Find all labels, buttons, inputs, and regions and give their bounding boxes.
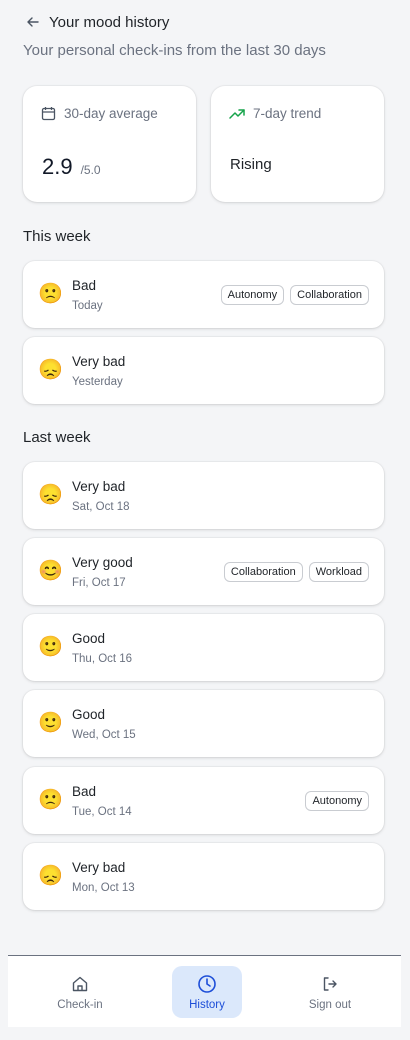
entry-date: Today bbox=[72, 300, 103, 312]
tag-chip: Workload bbox=[308, 562, 369, 582]
app: Your mood history Your personal check-in… bbox=[0, 0, 410, 1040]
mood-label: Good bbox=[72, 707, 106, 722]
trending-up-icon bbox=[229, 108, 245, 120]
tag-chip: Autonomy bbox=[220, 285, 285, 305]
entry-date: Thu, Oct 16 bbox=[72, 653, 133, 665]
smiling-face-icon: 😊 bbox=[38, 560, 63, 582]
trend-label: 7-day trend bbox=[253, 106, 322, 121]
mood-entry[interactable]: 🙁 Bad Today Autonomy Collaboration bbox=[23, 261, 384, 328]
mood-entry[interactable]: 😞 Very bad Mon, Oct 13 bbox=[23, 843, 384, 910]
nav-item-history[interactable]: History bbox=[172, 966, 242, 1018]
entry-date: Sat, Oct 18 bbox=[72, 501, 130, 513]
tag-list: Collaboration Workload bbox=[223, 562, 369, 582]
tag-chip: Collaboration bbox=[290, 285, 369, 305]
entry-date: Mon, Oct 13 bbox=[72, 882, 135, 894]
entry-date: Tue, Oct 14 bbox=[72, 806, 132, 818]
nav-item-sign-out[interactable]: Sign out bbox=[295, 966, 365, 1018]
bottom-nav: Check-in History Sign out bbox=[8, 955, 401, 1027]
nav-item-check-in[interactable]: Check-in bbox=[45, 966, 115, 1018]
trend-card: 7-day trend Rising bbox=[211, 86, 384, 202]
mood-label: Bad bbox=[72, 784, 97, 799]
section-title-this-week: This week bbox=[23, 228, 91, 245]
mood-label: Very bad bbox=[72, 354, 126, 369]
sad-face-icon: 🙁 bbox=[38, 283, 63, 305]
tag-list: Autonomy Collaboration bbox=[220, 285, 369, 305]
mood-label: Good bbox=[72, 631, 106, 646]
average-card: 30-day average 2.9 /5.0 bbox=[23, 86, 196, 202]
sign-out-icon bbox=[321, 973, 339, 995]
mood-label: Very good bbox=[72, 555, 133, 570]
mood-entry[interactable]: 😞 Very bad Sat, Oct 18 bbox=[23, 462, 384, 529]
clock-icon bbox=[197, 973, 217, 995]
mood-entry[interactable]: 🙂 Good Thu, Oct 16 bbox=[23, 614, 384, 681]
history-screen: Your mood history Your personal check-in… bbox=[8, 0, 401, 955]
nav-label: Check-in bbox=[57, 999, 103, 1011]
header: Your mood history bbox=[23, 10, 169, 34]
calendar-icon bbox=[41, 106, 56, 121]
trend-value: Rising bbox=[230, 156, 272, 173]
average-scale: /5.0 bbox=[80, 163, 101, 177]
nav-label: History bbox=[189, 999, 225, 1011]
mood-entry[interactable]: 🙂 Good Wed, Oct 15 bbox=[23, 690, 384, 757]
entry-date: Fri, Oct 17 bbox=[72, 577, 126, 589]
mood-entry[interactable]: 😞 Very bad Yesterday bbox=[23, 337, 384, 404]
section-title-last-week: Last week bbox=[23, 429, 91, 446]
entry-date: Wed, Oct 15 bbox=[72, 729, 136, 741]
mood-label: Very bad bbox=[72, 860, 126, 875]
nav-label: Sign out bbox=[308, 999, 352, 1011]
tag-chip: Collaboration bbox=[223, 562, 303, 582]
mood-label: Bad bbox=[72, 278, 97, 293]
home-icon bbox=[71, 973, 89, 995]
average-label: 30-day average bbox=[64, 106, 158, 121]
slight-smile-icon: 🙂 bbox=[38, 712, 63, 734]
page-title: Your mood history bbox=[49, 13, 170, 31]
disappointed-face-icon: 😞 bbox=[38, 359, 63, 381]
entry-date: Yesterday bbox=[72, 376, 123, 388]
mood-entry[interactable]: 😊 Very good Fri, Oct 17 Collaboration Wo… bbox=[23, 538, 384, 605]
arrow-left-icon[interactable] bbox=[23, 12, 43, 32]
average-value: 2.9 bbox=[42, 154, 73, 179]
page-subtitle: Your personal check-ins from the last 30… bbox=[23, 42, 326, 59]
disappointed-face-icon: 😞 bbox=[38, 484, 63, 506]
tag-chip: Autonomy bbox=[305, 791, 369, 811]
sad-face-icon: 🙁 bbox=[38, 789, 63, 811]
disappointed-face-icon: 😞 bbox=[38, 865, 63, 887]
slight-smile-icon: 🙂 bbox=[38, 636, 63, 658]
mood-label: Very bad bbox=[72, 479, 126, 494]
tag-list: Autonomy bbox=[305, 791, 369, 811]
mood-entry[interactable]: 🙁 Bad Tue, Oct 14 Autonomy bbox=[23, 767, 384, 834]
